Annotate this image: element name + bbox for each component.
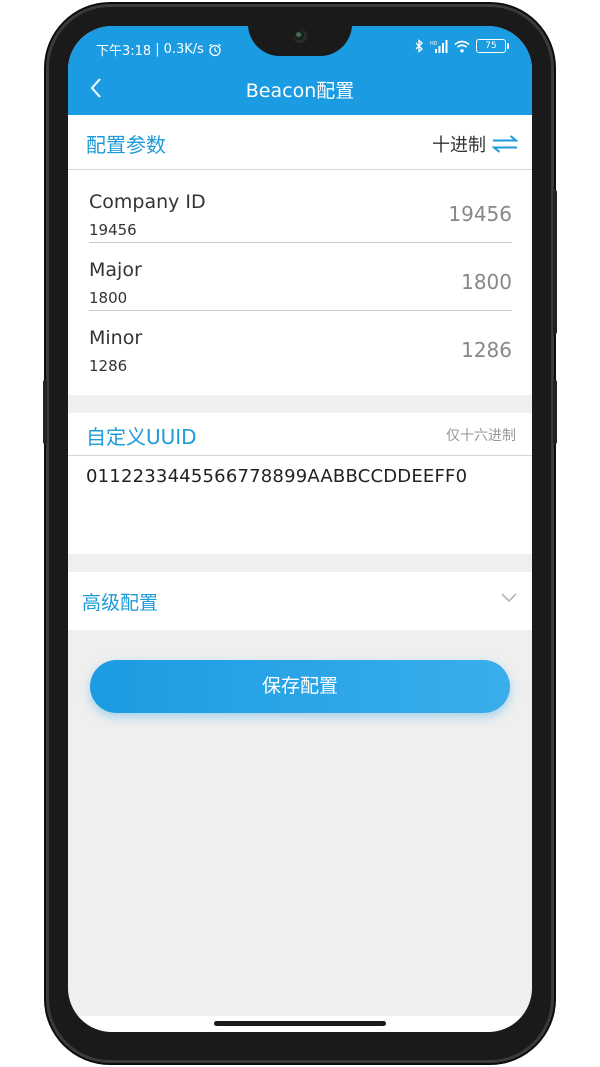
signal-icon: HD — [430, 39, 448, 53]
battery-icon: 75 — [476, 39, 509, 53]
params-section: 配置参数 十进制 Company ID 19456 19456 Major 18… — [68, 115, 532, 395]
param-row-major[interactable]: Major 1800 1800 — [89, 243, 512, 311]
home-indicator[interactable] — [214, 1021, 386, 1026]
param-row-company-id[interactable]: Company ID 19456 19456 — [89, 175, 512, 243]
param-current-value: 1800 — [89, 289, 128, 307]
page-title: Beacon配置 — [245, 80, 355, 102]
uuid-input[interactable]: 0112233445566778899AABBCCDDEEFF0 — [86, 466, 467, 487]
uuid-section: 自定义UUID 仅十六进制 0112233445566778899AABBCCD… — [68, 413, 532, 554]
status-speed: 0.3K/s — [163, 42, 204, 57]
radix-toggle[interactable]: 十进制 — [432, 131, 518, 157]
power-button — [553, 190, 557, 334]
bluetooth-icon — [415, 39, 423, 53]
param-current-value: 19456 — [89, 221, 137, 239]
param-input[interactable]: 19456 — [448, 202, 512, 226]
alarm-icon — [209, 43, 221, 56]
advanced-config-label: 高级配置 — [82, 592, 159, 614]
param-name: Company ID — [89, 191, 206, 213]
status-bar-right: HD 75 — [414, 39, 509, 53]
uuid-section-title: 自定义UUID — [86, 425, 197, 449]
hex-only-hint: 仅十六进制 — [446, 428, 516, 444]
advanced-config-row[interactable]: 高级配置 — [68, 572, 532, 630]
param-row-minor[interactable]: Minor 1286 1286 — [89, 311, 512, 379]
param-name: Major — [89, 259, 142, 281]
app-header: 下午3:18 | 0.3K/s HD 75 Beacon配置 — [68, 26, 532, 115]
chevron-down-icon — [501, 593, 517, 603]
uuid-section-header: 自定义UUID 仅十六进制 — [68, 413, 532, 456]
wifi-icon — [454, 40, 470, 52]
radix-label: 十进制 — [432, 135, 486, 156]
save-config-button[interactable]: 保存配置 — [90, 660, 510, 713]
status-separator: | — [155, 42, 160, 57]
param-name: Minor — [89, 327, 143, 349]
params-section-header: 配置参数 十进制 — [68, 115, 532, 170]
front-camera — [293, 29, 307, 43]
params-section-title: 配置参数 — [86, 133, 166, 157]
param-current-value: 1286 — [89, 357, 128, 375]
svg-text:HD: HD — [430, 41, 438, 47]
phone-screen: 下午3:18 | 0.3K/s HD 75 Beacon配置 配置参数 十进制 … — [68, 26, 532, 1032]
volume-button — [43, 380, 47, 444]
camera-notch — [248, 26, 352, 56]
status-time: 下午3:18 — [96, 44, 152, 59]
status-bar-left: 下午3:18 | 0.3K/s — [96, 40, 222, 59]
swap-icon — [492, 135, 518, 153]
param-input[interactable]: 1286 — [461, 338, 512, 362]
param-input[interactable]: 1800 — [461, 270, 512, 294]
side-button — [553, 380, 557, 444]
